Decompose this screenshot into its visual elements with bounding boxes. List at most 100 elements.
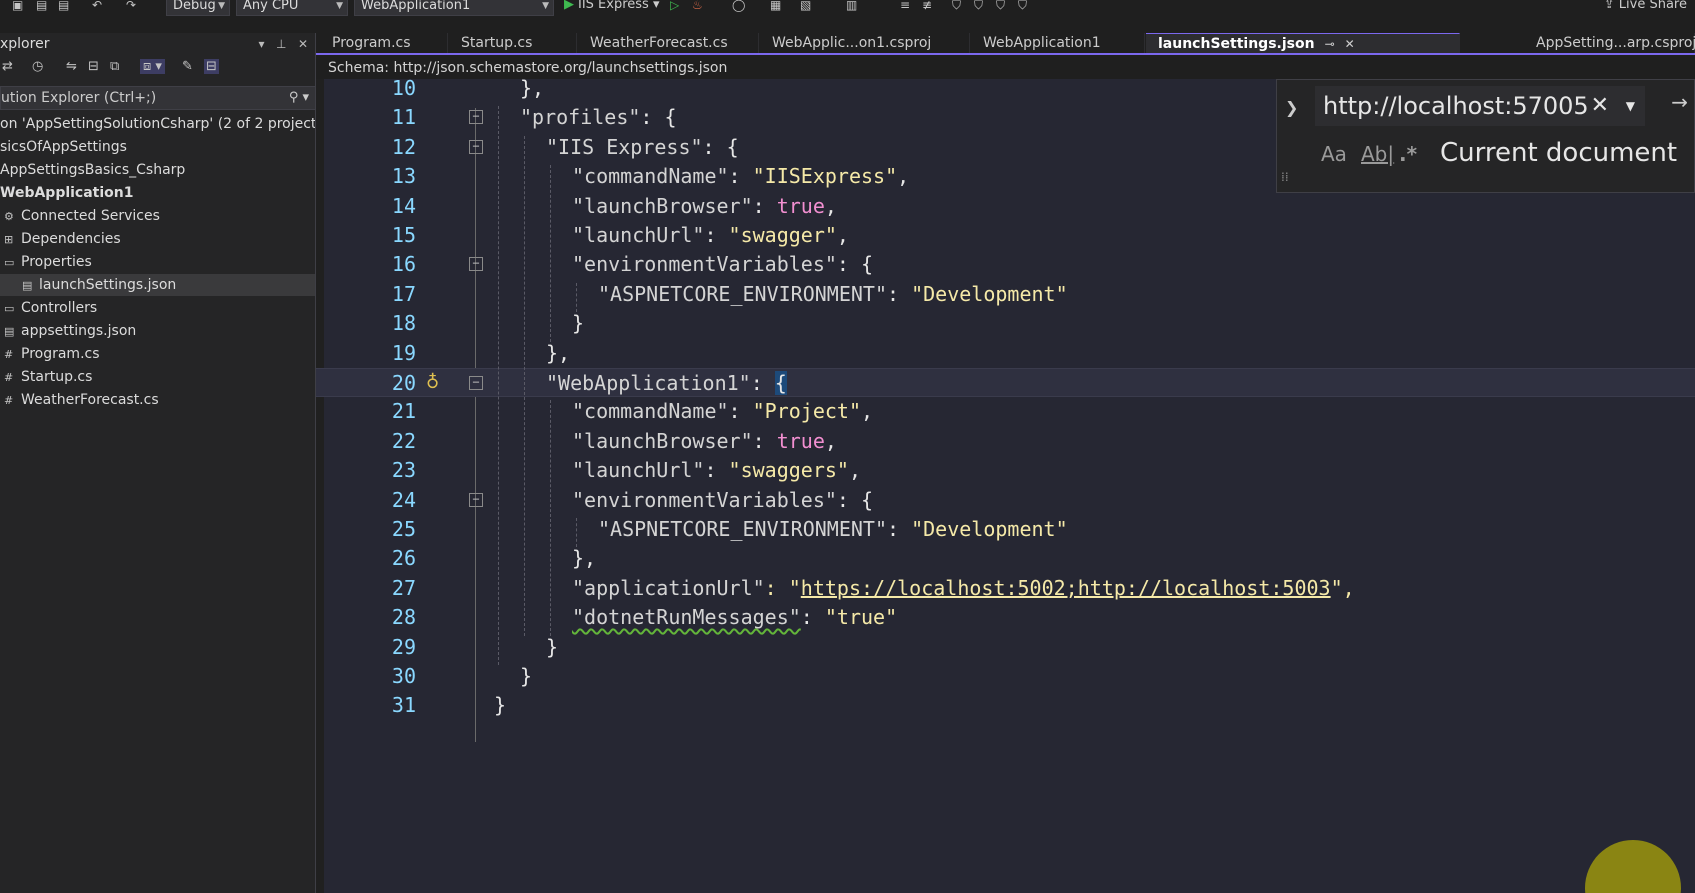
lightbulb-icon[interactable]: ♁ [426, 372, 439, 393]
tree-item[interactable]: on 'AppSettingSolutionCsharp' (2 of 2 pr… [0, 113, 315, 135]
live-share-button[interactable]: ⇪ Live Share [1604, 0, 1687, 14]
pin-icon[interactable]: ⊥ [276, 37, 286, 51]
document-tab[interactable]: launchSettings.json ⊸ ✕ [1146, 33, 1460, 53]
refresh-icon[interactable]: ◯ [732, 0, 745, 13]
code-line[interactable]: 14 "launchBrowser": true, [316, 192, 1695, 221]
bookmark-prev-icon[interactable]: ⛉ [974, 0, 983, 13]
tree-item[interactable]: ▤ appsettings.json [0, 320, 315, 342]
bookmark-next-icon[interactable]: ⛉ [996, 0, 1005, 13]
history-icon[interactable]: ◷ [32, 59, 43, 74]
code-line[interactable]: 20 ♁ − "WebApplication1": { [316, 368, 1695, 397]
hot-reload-icon[interactable]: ♨ [692, 0, 703, 13]
collapse-region-icon[interactable]: − [469, 110, 483, 125]
platform-dropdown[interactable]: Any CPU ▼ [236, 0, 348, 16]
document-tab[interactable]: Program.cs [320, 33, 448, 53]
match-case-toggle[interactable]: Aa [1321, 142, 1347, 166]
tree-item[interactable]: ▭ Controllers [0, 297, 315, 319]
search-icon[interactable]: ⚲ ▾ [289, 87, 309, 109]
code-line[interactable]: 25 "ASPNETCORE_ENVIRONMENT": "Development… [316, 515, 1695, 544]
code-line[interactable]: 26}, [316, 544, 1695, 573]
collapse-all-icon[interactable]: ⊟ [88, 59, 99, 74]
code-text: "launchBrowser": true, [572, 192, 837, 221]
close-tab-icon[interactable]: ✕ [1345, 37, 1355, 51]
document-tab[interactable]: AppSetting...arp.csproj [1524, 33, 1695, 53]
redo-icon[interactable]: ↷ [126, 0, 136, 13]
code-token: : [728, 399, 753, 424]
browser-link-icon[interactable]: ▦ [770, 0, 781, 13]
tree-item[interactable]: AppSettingsBasics_Csharp [0, 159, 315, 181]
tree-item[interactable]: # Program.cs [0, 343, 315, 365]
toggle-replace-chevron-icon[interactable]: ❯ [1285, 98, 1298, 117]
comment-icon[interactable]: ≡ [900, 0, 910, 13]
collapse-region-icon[interactable]: − [469, 492, 483, 507]
undo-icon[interactable]: ↶ [92, 0, 102, 13]
bookmark-icon[interactable]: ⛉ [952, 0, 961, 13]
regex-toggle[interactable]: .* [1399, 142, 1417, 166]
clear-icon[interactable]: ✕ [1591, 86, 1609, 126]
code-line[interactable]: 27 "applicationUrl": "https://localhost:5… [316, 574, 1695, 603]
find-scope-dropdown[interactable]: Current document [1440, 138, 1677, 168]
save-icon[interactable]: ▤ [36, 0, 47, 13]
tree-item[interactable]: ⊞ Dependencies [0, 228, 315, 250]
document-tab[interactable]: Startup.cs [449, 33, 577, 53]
code-line[interactable]: 16 − "environmentVariables": { [316, 250, 1695, 279]
code-line[interactable]: 23 "launchUrl": "swaggers", [316, 456, 1695, 485]
layout-icon[interactable]: ▧ [800, 0, 811, 13]
open-folder-icon[interactable]: ▣ [12, 0, 23, 13]
chevron-down-icon[interactable]: ▼ [1626, 86, 1635, 126]
collapse-region-icon[interactable]: − [469, 139, 483, 154]
show-all-files-icon[interactable]: ⧉ [110, 59, 119, 74]
properties-wrench-icon[interactable]: ✎ [182, 59, 193, 74]
code-line[interactable]: 21 "commandName": "Project", [316, 397, 1695, 426]
collapse-region-icon[interactable]: − [469, 376, 483, 390]
bookmark-clear-icon[interactable]: ⛉ [1018, 0, 1027, 13]
configuration-dropdown[interactable]: Debug ▼ [166, 0, 230, 16]
switch-views-icon[interactable]: ⇋ [66, 59, 77, 74]
code-line[interactable]: 29} [316, 633, 1695, 662]
tree-item-label: AppSettingsBasics_Csharp [0, 162, 186, 178]
tree-item[interactable]: ▤ launchSettings.json [0, 274, 315, 296]
main-toolbar: ▣ ▤ ▤ ↶ ↷ Debug ▼ Any CPU ▼ WebApplication… [0, 0, 1695, 16]
filter-icon[interactable]: ⊟ [204, 59, 219, 74]
close-icon[interactable]: ✕ [298, 37, 308, 51]
sync-icon[interactable]: ⇄ [2, 59, 13, 74]
code-line[interactable]: 28 "dotnetRunMessages": "true" [316, 603, 1695, 632]
find-next-arrow-icon[interactable]: → [1671, 90, 1688, 114]
line-number: 27 [391, 575, 416, 600]
code-line[interactable]: 17 "ASPNETCORE_ENVIRONMENT": "Development… [316, 280, 1695, 309]
preview-selected-icon[interactable]: ⧈ ▾ [140, 59, 165, 74]
tree-item[interactable]: # Startup.cs [0, 366, 315, 388]
tree-item[interactable]: ⚙ Connected Services [0, 205, 315, 227]
document-tab[interactable]: WebApplication1 [971, 33, 1145, 53]
step-icon[interactable]: ▥ [846, 0, 857, 13]
tree-item[interactable]: WebApplication1 [0, 182, 315, 204]
document-tab[interactable]: WeatherForecast.cs [578, 33, 759, 53]
start-without-debugging-icon[interactable]: ▷ [670, 0, 679, 13]
collapse-region-icon[interactable]: − [469, 257, 483, 272]
code-line[interactable]: 19}, [316, 339, 1695, 368]
uncomment-icon[interactable]: ≢ [922, 0, 932, 13]
tree-item[interactable]: ▭ Properties [0, 251, 315, 273]
code-line[interactable]: 18} [316, 309, 1695, 338]
pin-tab-icon[interactable]: ⊸ [1325, 37, 1335, 51]
resize-grip-icon[interactable]: ⁞⁞ [1281, 170, 1289, 184]
document-tab[interactable]: WebApplic...on1.csproj [760, 33, 970, 53]
match-whole-word-toggle[interactable]: Ab| [1361, 142, 1394, 166]
line-number: 15 [391, 223, 416, 247]
code-line[interactable]: 22 "launchBrowser": true, [316, 427, 1695, 456]
tree-item-label: appsettings.json [21, 323, 137, 339]
schema-url[interactable]: http://json.schemastore.org/launchsettin… [393, 60, 727, 76]
save-all-icon[interactable]: ▤ [58, 0, 69, 13]
code-line[interactable]: 31} [316, 691, 1695, 720]
startup-project-dropdown[interactable]: WebApplication1 ▼ [354, 0, 554, 16]
code-line[interactable]: 30} [316, 662, 1695, 691]
code-line[interactable]: 24 − "environmentVariables": { [316, 486, 1695, 515]
tree-item[interactable]: # WeatherForecast.cs [0, 389, 315, 411]
run-button[interactable]: ▶ IIS Express ▾ [564, 0, 660, 14]
find-input[interactable]: http://localhost:57005 ✕ ▼ [1315, 86, 1645, 126]
code-line[interactable]: 15 "launchUrl": "swagger", [316, 221, 1695, 250]
tree-item[interactable]: sicsOfAppSettings [0, 136, 315, 158]
explorer-search-input[interactable]: ution Explorer (Ctrl+;) ⚲ ▾ [0, 86, 315, 110]
code-editor[interactable]: 10}, 11− "profiles": {12− "IIS Express": {1… [316, 79, 1695, 893]
chevron-down-icon[interactable]: ▾ [259, 37, 265, 51]
